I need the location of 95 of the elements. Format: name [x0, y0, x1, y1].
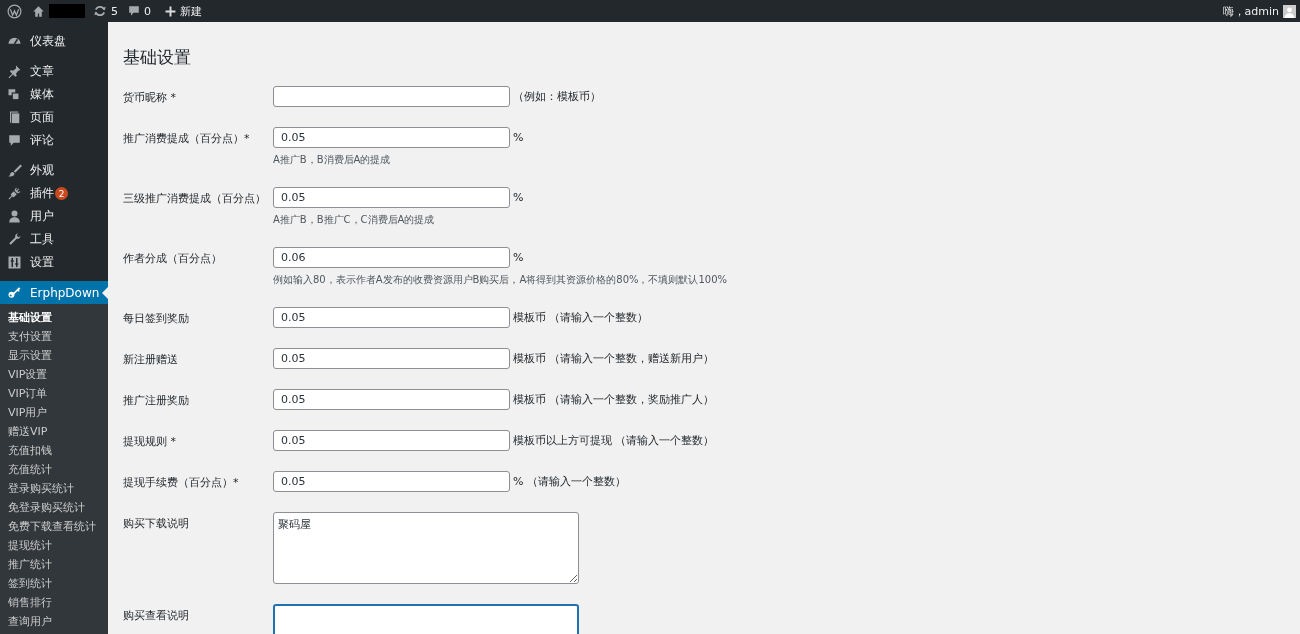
- menu-label: 外观: [30, 162, 54, 179]
- sidebar-menu-item[interactable]: 设置: [0, 251, 108, 274]
- sidebar-menu-item[interactable]: 外观: [0, 159, 108, 182]
- submenu-item[interactable]: 免费下载查看统计: [0, 517, 108, 536]
- field-suffix: 模板币 （请输入一个整数，赠送新用户）: [513, 351, 715, 366]
- plus-icon[interactable]: [165, 5, 176, 17]
- sidebar-menu-item[interactable]: 仪表盘: [0, 30, 108, 53]
- sidebar-menu-item[interactable]: 用户: [0, 205, 108, 228]
- updates-count[interactable]: 5: [111, 4, 118, 18]
- comment-bubble-icon: [7, 133, 22, 148]
- field-suffix: % （请输入一个整数）: [513, 474, 626, 489]
- submenu-item[interactable]: VIP用户: [0, 403, 108, 422]
- submenu-item[interactable]: 提现统计: [0, 536, 108, 555]
- update-count-badge: 2: [55, 187, 68, 200]
- submenu-item[interactable]: 登录购买统计: [0, 479, 108, 498]
- text-field[interactable]: 0.05: [273, 430, 510, 451]
- submenu-item[interactable]: 销售排行: [0, 593, 108, 612]
- submenu-item[interactable]: VIP设置: [0, 365, 108, 384]
- text-field[interactable]: 0.05: [273, 471, 510, 492]
- field-description: 例如输入80，表示作者A发布的收费资源用户B购买后，A将得到其资源价格的80%，不填则默认100%: [273, 273, 729, 287]
- field-label: 购买下载说明: [123, 516, 190, 532]
- page-title: 基础设置: [123, 46, 192, 69]
- user-silhouette-icon: [7, 209, 22, 224]
- plug-icon: [7, 186, 22, 201]
- comments-count[interactable]: 0: [144, 4, 151, 18]
- field-suffix: 模板币 （请输入一个整数，奖励推广人）: [513, 392, 715, 407]
- logo-icon[interactable]: [7, 3, 22, 19]
- refresh-icon[interactable]: [93, 4, 107, 18]
- field-label: 购买查看说明: [123, 608, 190, 624]
- submenu-item[interactable]: 查询用户: [0, 612, 108, 631]
- textarea-field[interactable]: 聚码屋: [273, 512, 579, 584]
- submenu-item[interactable]: VIP订单: [0, 384, 108, 403]
- field-label: 三级推广消费提成（百分点）: [123, 191, 267, 207]
- redaction-block: [49, 4, 85, 18]
- field-description: A推广B，B推广C，C消费后A的提成: [273, 213, 436, 227]
- menu-label: 插件: [30, 185, 54, 202]
- paintbrush-icon: [7, 163, 22, 178]
- avatar-icon[interactable]: [1283, 4, 1296, 18]
- sidebar-menu-item[interactable]: 媒体: [0, 83, 108, 106]
- field-label: 货币昵称 *: [123, 90, 177, 106]
- menu-label: 媒体: [30, 86, 54, 103]
- comment-bubble-icon[interactable]: [128, 5, 140, 17]
- text-field[interactable]: [273, 86, 510, 107]
- submenu-item[interactable]: 免登录购买统计: [0, 498, 108, 517]
- menu-label: 文章: [30, 63, 54, 80]
- field-label: 每日签到奖励: [123, 311, 190, 327]
- text-field[interactable]: 0.06: [273, 247, 510, 268]
- menu-label: 仪表盘: [30, 33, 66, 50]
- submenu-item[interactable]: 签到统计: [0, 574, 108, 593]
- submenu-item[interactable]: 充值统计: [0, 460, 108, 479]
- sidebar-menu-item[interactable]: ErphpDown: [0, 281, 108, 304]
- field-suffix: 模板币 （请输入一个整数）: [513, 310, 649, 325]
- new-link[interactable]: 新建: [180, 3, 202, 19]
- text-field[interactable]: 0.05: [273, 389, 510, 410]
- pushpin-icon: [7, 64, 22, 79]
- sidebar-menu-item[interactable]: 评论: [0, 129, 108, 152]
- submenu-item[interactable]: 支付设置: [0, 327, 108, 346]
- field-label: 新注册赠送: [123, 352, 179, 368]
- submenu-item[interactable]: 显示设置: [0, 346, 108, 365]
- menu-label: ErphpDown: [30, 285, 100, 300]
- field-description: A推广B，B消费后A的提成: [273, 153, 392, 167]
- sidebar-menu-item[interactable]: 插件 2: [0, 182, 108, 205]
- field-label: 推广消费提成（百分点）*: [123, 131, 251, 147]
- menu-label: 评论: [30, 132, 54, 149]
- submenu-item[interactable]: 赠送VIP: [0, 422, 108, 441]
- menu-label: 设置: [30, 254, 54, 271]
- wrench-icon: [7, 232, 22, 247]
- media-icon: [7, 87, 22, 102]
- sidebar-menu-item[interactable]: 文章: [0, 60, 108, 83]
- text-field[interactable]: 0.05: [273, 187, 510, 208]
- submenu-item[interactable]: 推广统计: [0, 555, 108, 574]
- home-icon[interactable]: [32, 4, 45, 18]
- menu-label: 工具: [30, 231, 54, 248]
- menu-label: 页面: [30, 109, 54, 126]
- field-suffix: （例如：模板币）: [513, 89, 601, 104]
- menu-label: 用户: [30, 208, 54, 225]
- text-field[interactable]: 0.05: [273, 307, 510, 328]
- field-label: 提现规则 *: [123, 434, 177, 450]
- text-field[interactable]: 0.05: [273, 127, 510, 148]
- text-field[interactable]: 0.05: [273, 348, 510, 369]
- key-icon: [7, 285, 22, 300]
- field-suffix: %: [513, 191, 524, 204]
- field-label: 推广注册奖励: [123, 393, 190, 409]
- field-label: 作者分成（百分点）: [123, 251, 223, 267]
- submenu-item[interactable]: 基础设置: [0, 308, 108, 327]
- field-suffix: 模板币以上方可提现 （请输入一个整数）: [513, 433, 715, 448]
- submenu-item[interactable]: 充值扣钱: [0, 441, 108, 460]
- field-label: 提现手续费（百分点）*: [123, 475, 240, 491]
- sidebar-menu-item[interactable]: 页面: [0, 106, 108, 129]
- page-icon: [7, 110, 22, 125]
- sliders-icon: [7, 255, 22, 270]
- sidebar-menu-item[interactable]: 工具: [0, 228, 108, 251]
- greeting-text[interactable]: 嗨，admin: [1222, 3, 1279, 19]
- field-suffix: %: [513, 131, 524, 144]
- field-suffix: %: [513, 251, 524, 264]
